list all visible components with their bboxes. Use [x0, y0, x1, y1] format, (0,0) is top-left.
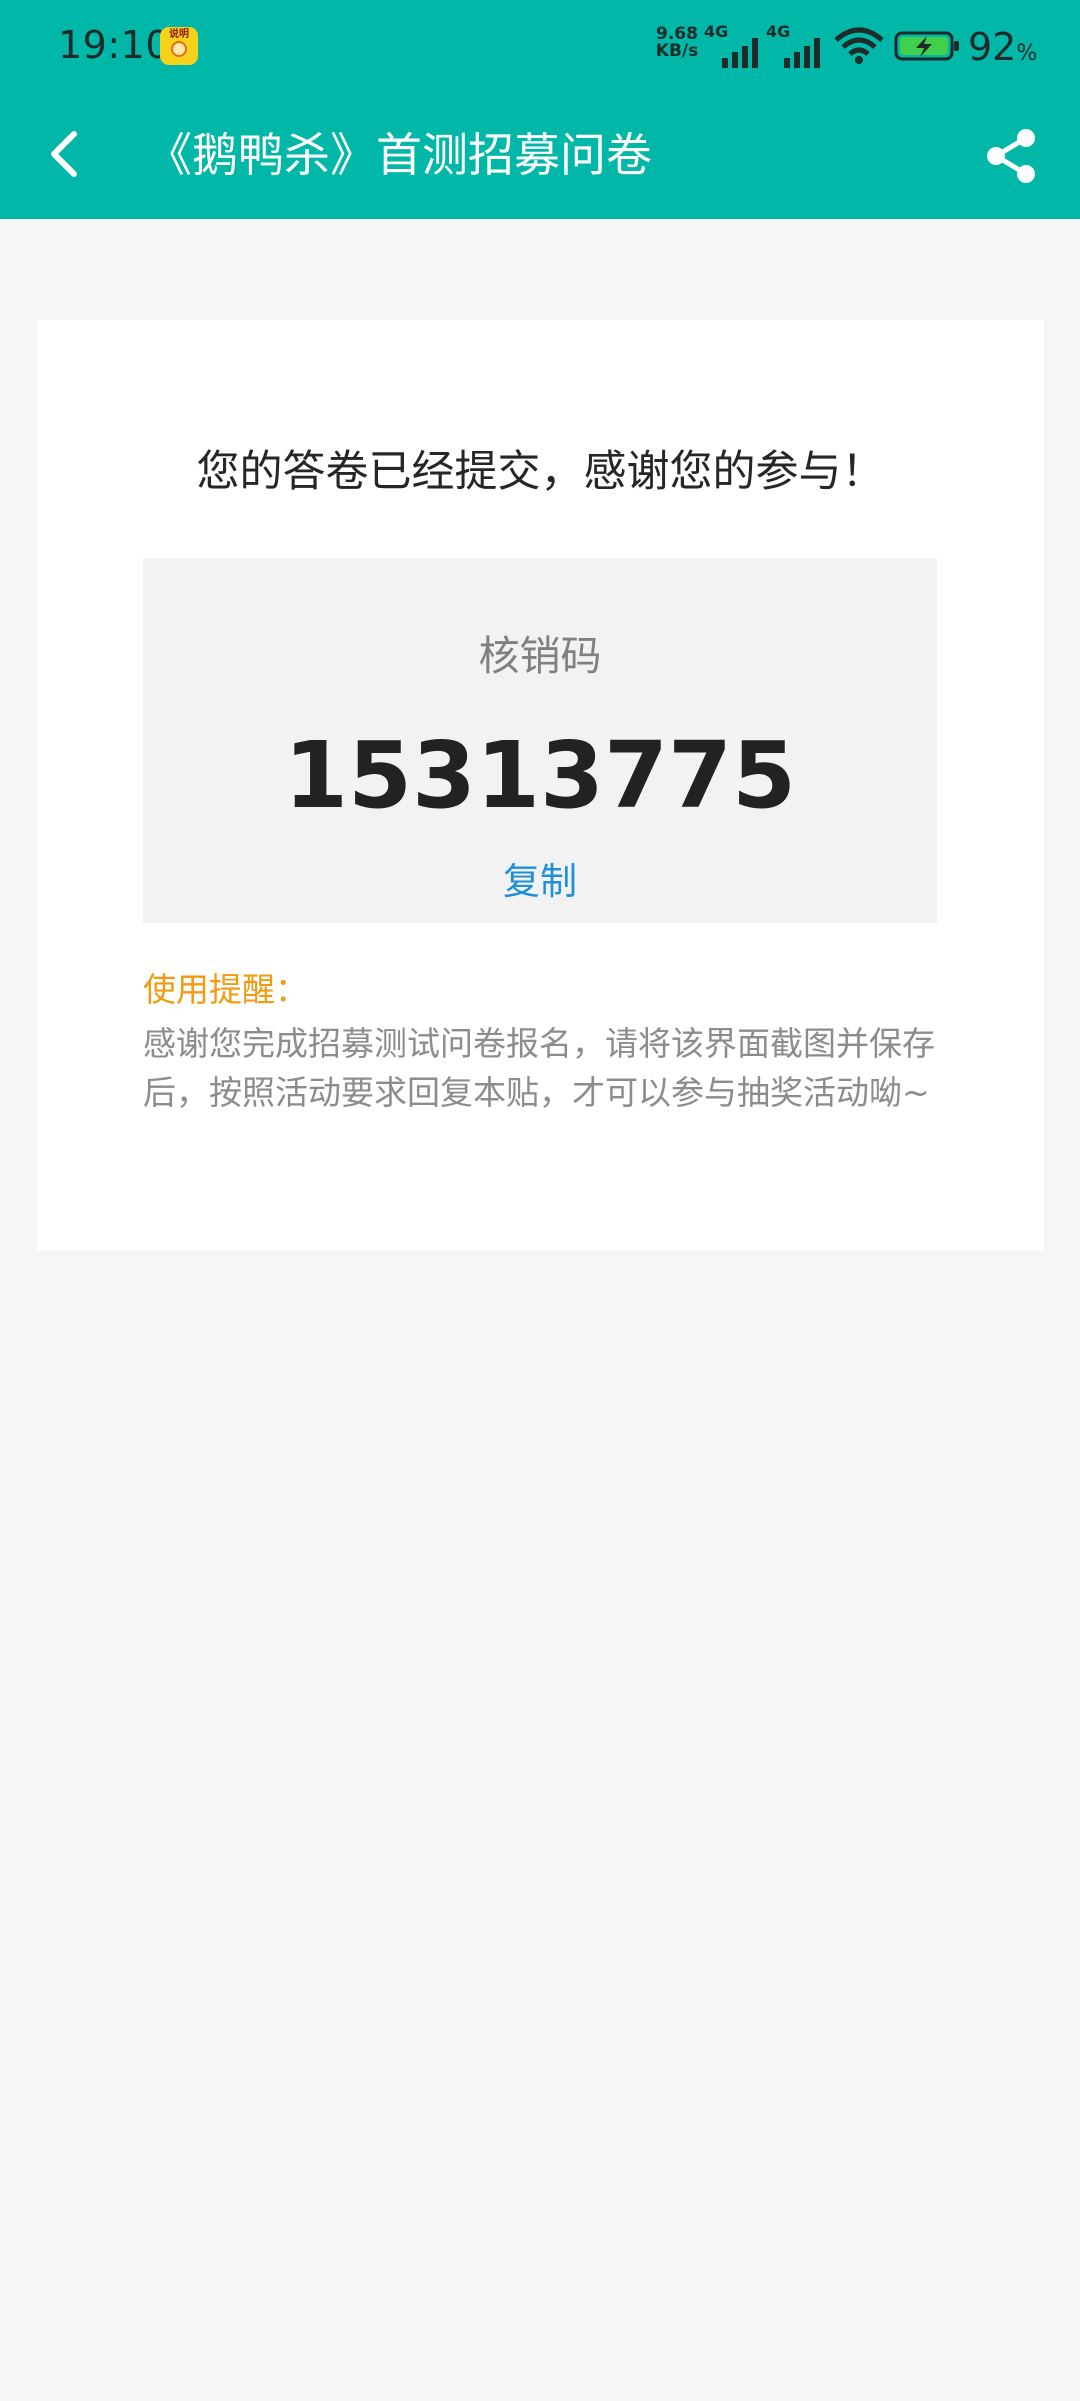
network-speed-unit: KB/s [655, 41, 699, 61]
chevron-left-icon [51, 131, 77, 177]
battery-charging-icon [894, 31, 959, 61]
reminder-text: 感谢您完成招募测试问卷报名，请将该界面截图并保存后，按照活动要求回复本贴，才可以… [143, 1024, 935, 1112]
share-button[interactable] [982, 126, 1042, 186]
copy-button[interactable]: 复制 [143, 858, 937, 906]
submission-result-card: 您的答卷已经提交，感谢您的参与！ 核销码 15313775 复制 使用提醒： 感… [37, 320, 1044, 1250]
battery-level: 92 [968, 25, 1017, 69]
top-bar: 19:10 说明 9.68 KB/s 4G 4G 92% 《鹅鸭杀》首测招募问卷 [0, 0, 1080, 219]
status-time: 19:10 [58, 23, 171, 67]
status-bar: 19:10 说明 9.68 KB/s 4G 4G 92% [0, 0, 1080, 92]
app-badge-face [171, 41, 187, 57]
signal-bars-icon-2 [784, 38, 820, 68]
page-title: 《鹅鸭杀》首测招募问卷 [146, 128, 652, 182]
network-speed: 9.68 KB/s [652, 26, 702, 60]
wifi-icon [834, 27, 884, 64]
reminder-title: 使用提醒： [143, 970, 308, 1009]
back-button[interactable] [36, 114, 96, 194]
verification-code-value: 15313775 [283, 722, 797, 829]
share-icon [987, 129, 1035, 183]
navigation-bar: 《鹅鸭杀》首测招募问卷 [0, 92, 1080, 219]
app-badge-text: 说明 [169, 29, 189, 40]
verification-code-box: 核销码 15313775 复制 [143, 558, 937, 923]
submission-heading: 您的答卷已经提交，感谢您的参与！ [196, 447, 885, 497]
battery-unit: % [1016, 41, 1038, 66]
verification-code-label: 核销码 [478, 632, 602, 680]
battery-percentage: 92% [968, 24, 1037, 77]
app-notification-icon: 说明 [160, 27, 198, 65]
